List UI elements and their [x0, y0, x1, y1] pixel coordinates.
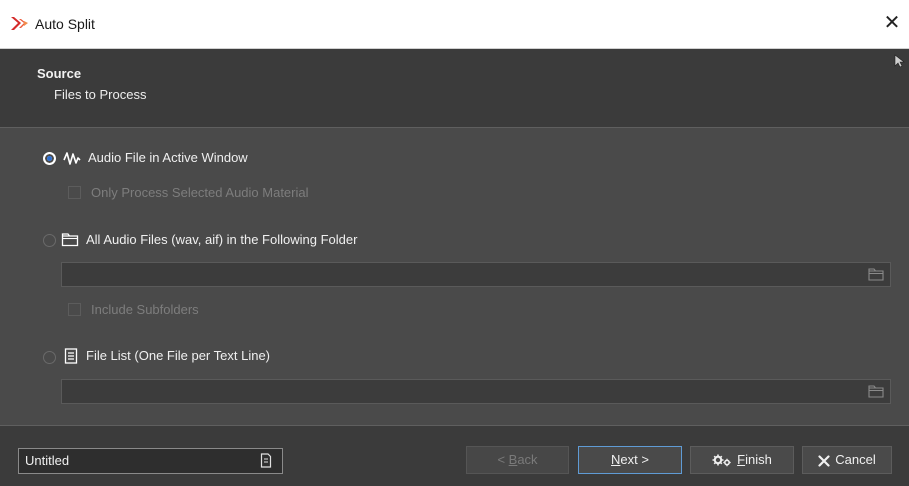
- waveform-icon: [63, 152, 81, 165]
- save-preset-icon[interactable]: [260, 453, 272, 468]
- mouse-cursor-icon: [894, 54, 905, 68]
- page-subtitle: Files to Process: [54, 87, 147, 102]
- finish-button[interactable]: Finish: [690, 446, 794, 474]
- radio-folder[interactable]: [43, 234, 56, 247]
- next-mnemonic: N: [611, 452, 621, 467]
- radio-file-list[interactable]: [43, 351, 56, 364]
- active-window-label[interactable]: Audio File in Active Window: [88, 150, 248, 165]
- page-header: Source Files to Process: [0, 49, 909, 128]
- folder-browse-icon[interactable]: [868, 385, 884, 398]
- preset-name-field[interactable]: Untitled: [18, 448, 283, 474]
- cancel-button[interactable]: Cancel: [802, 446, 892, 474]
- title-bar: Auto Split ✕: [0, 0, 909, 49]
- gears-icon: [712, 454, 731, 467]
- finish-rest: inish: [745, 452, 772, 467]
- checkbox-include-subfolders[interactable]: [68, 303, 81, 316]
- folder-label[interactable]: All Audio Files (wav, aif) in the Follow…: [86, 232, 357, 247]
- finish-mnemonic: F: [737, 452, 746, 467]
- include-subfolders-label: Include Subfolders: [91, 302, 199, 317]
- source-options: Audio File in Active Window Only Process…: [0, 128, 909, 425]
- preset-name-text: Untitled: [25, 453, 70, 468]
- folder-path-input[interactable]: [61, 262, 891, 287]
- file-list-icon: [64, 348, 78, 364]
- folder-browse-icon[interactable]: [868, 268, 884, 281]
- folder-icon: [61, 233, 79, 247]
- cancel-x-icon: [818, 454, 830, 467]
- window-title: Auto Split: [35, 16, 95, 32]
- cancel-label: Cancel: [835, 452, 876, 467]
- back-button[interactable]: < Back: [466, 446, 569, 474]
- checkbox-only-selected[interactable]: [68, 186, 81, 199]
- app-logo-icon: [11, 17, 28, 30]
- close-icon[interactable]: ✕: [881, 12, 903, 34]
- next-rest: ext >: [620, 452, 649, 467]
- back-prefix: <: [497, 452, 509, 467]
- file-list-path-input[interactable]: [61, 379, 891, 404]
- only-selected-label: Only Process Selected Audio Material: [91, 185, 309, 200]
- back-rest: ack: [517, 452, 538, 467]
- next-button[interactable]: Next >: [578, 446, 682, 474]
- dialog-footer: Untitled < Back Next > Finish Cancel: [0, 425, 909, 486]
- radio-active-window[interactable]: [43, 152, 56, 165]
- page-title: Source: [37, 66, 82, 81]
- file-list-label[interactable]: File List (One File per Text Line): [86, 348, 270, 363]
